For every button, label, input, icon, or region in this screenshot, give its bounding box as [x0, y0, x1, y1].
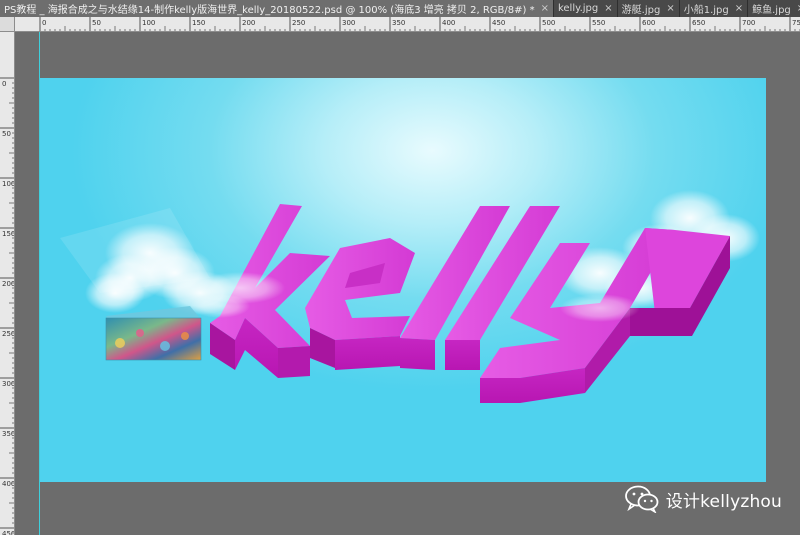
- ruler-tick-label: 650: [692, 19, 705, 27]
- vertical-ruler[interactable]: 0 50 100 150 200 250 300 350 400 450: [0, 32, 15, 535]
- ruler-tick-label: 250: [292, 19, 305, 27]
- tab-close-icon[interactable]: ×: [666, 3, 674, 14]
- ruler-tick-label: 350: [392, 19, 405, 27]
- ruler-tick-label: 50: [92, 19, 101, 27]
- tab-youting-jpg[interactable]: 游艇.jpg ×: [617, 0, 680, 17]
- ruler-tick-label: 300: [342, 19, 355, 27]
- document-tab-bar: PS教程 _ 海报合成之与水结缘14-制作kelly版海世界_kelly_201…: [0, 0, 800, 17]
- ruler-tick-label: 200: [2, 280, 15, 288]
- tab-close-icon[interactable]: ×: [541, 3, 549, 14]
- horizontal-ruler-ticks: 0 50 100 150 200 250 300 350 400 450 500 550 600 650 7…: [39, 17, 800, 31]
- ruler-origin[interactable]: [0, 17, 15, 32]
- tab-kelly-psd[interactable]: PS教程 _ 海报合成之与水结缘14-制作kelly版海世界_kelly_201…: [0, 0, 554, 17]
- ruler-tick-label: 100: [2, 180, 15, 188]
- document-workspace[interactable]: 设计kellyzhou: [15, 32, 800, 535]
- ruler-tick-label: 450: [492, 19, 505, 27]
- ruler-tick-label: 500: [542, 19, 555, 27]
- ruler-tick-label: 550: [592, 19, 605, 27]
- ruler-tick-label: 150: [192, 19, 205, 27]
- ruler-tick-label: 300: [2, 380, 15, 388]
- tab-xiaochuan-jpg[interactable]: 小船1.jpg ×: [679, 0, 749, 17]
- ruler-tick-label: 700: [742, 19, 755, 27]
- ruler-tick-label: 50: [2, 130, 11, 138]
- vertical-ruler-ticks: 050100150200250300350400450: [0, 77, 15, 535]
- ruler-tick-label: 100: [142, 19, 155, 27]
- tab-close-icon[interactable]: ×: [604, 3, 612, 14]
- ruler-tick-label: 150: [2, 230, 15, 238]
- ruler-tick-label: 400: [442, 19, 455, 27]
- tab-label: 小船1.jpg: [683, 5, 729, 16]
- wechat-icon: [624, 485, 659, 513]
- tab-close-icon[interactable]: ×: [735, 3, 743, 14]
- tab-kelly-jpg[interactable]: kelly.jpg ×: [553, 0, 618, 17]
- ruler-tick-label: 250: [2, 330, 15, 338]
- document-canvas[interactable]: [40, 78, 766, 482]
- ruler-tick-label: 350: [2, 430, 15, 438]
- tab-label: 游艇.jpg: [621, 5, 661, 16]
- ruler-tick-label: 400: [2, 480, 15, 488]
- tab-label: PS教程 _ 海报合成之与水结缘14-制作kelly版海世界_kelly_201…: [4, 5, 535, 16]
- tab-label: 鲸鱼.jpg: [752, 5, 791, 16]
- ruler-tick-label: 600: [642, 19, 655, 27]
- watermark-text: 设计kellyzhou: [665, 491, 782, 512]
- watermark: 设计kellyzhou: [624, 485, 782, 513]
- kelly-3d-artwork: [60, 190, 760, 403]
- ruler-tick-label: 200: [242, 19, 255, 27]
- ruler-tick-label: 0: [2, 80, 6, 88]
- horizontal-ruler[interactable]: 0 50 100 150 200 250 300 350 400 450 500 550 600 650 7…: [15, 17, 800, 32]
- reef-block: [105, 306, 202, 361]
- ruler-tick-label: 0: [42, 19, 46, 27]
- tab-label: kelly.jpg: [557, 3, 599, 14]
- ruler-tick-label: 750: [792, 19, 800, 27]
- tab-jingyu-jpg[interactable]: 鲸鱼.jpg ×: [748, 0, 800, 17]
- photoshop-window: PS教程 _ 海报合成之与水结缘14-制作kelly版海世界_kelly_201…: [0, 0, 800, 535]
